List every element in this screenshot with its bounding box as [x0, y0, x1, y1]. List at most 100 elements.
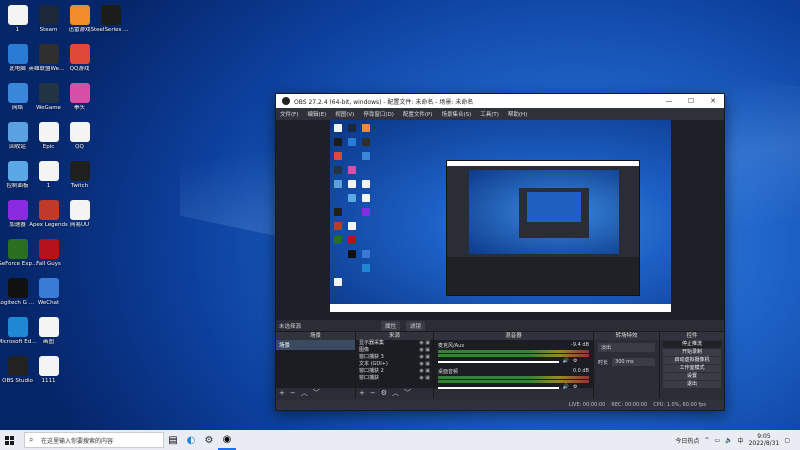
filters-button[interactable]: 滤镜 [406, 320, 426, 331]
obs-taskbar-icon[interactable]: ◉ [218, 430, 236, 450]
menu-scene-collection[interactable]: 场景集合(S) [441, 110, 471, 118]
menu-profile[interactable]: 配置文件(P) [403, 110, 433, 118]
scenes-list[interactable]: 场景 [276, 340, 355, 388]
desktop-icon[interactable]: 1 [33, 158, 64, 197]
maximize-icon[interactable]: ☐ [680, 97, 702, 105]
exit-button[interactable]: 退出 [663, 381, 721, 388]
ime-icon[interactable]: 中 [738, 436, 744, 445]
source-item[interactable]: 窗口捕获 ◉ ▣ [356, 375, 433, 382]
menu-docks[interactable]: 停靠窗口(D) [363, 110, 394, 118]
desktop-icon[interactable]: Apex Legends [29, 197, 68, 236]
volume-slider[interactable] [438, 387, 559, 389]
desktop-icon[interactable]: 此电脑 [2, 41, 33, 80]
edge-icon[interactable]: ◐ [182, 430, 200, 450]
transition-select[interactable]: 淡出 [598, 343, 655, 352]
visibility-icon[interactable]: ◉ ▣ [419, 354, 430, 361]
remove-scene-icon[interactable]: − [290, 389, 296, 397]
speaker-icon[interactable]: 🔊 [563, 384, 569, 390]
desktop-icon[interactable]: QQ [64, 119, 95, 158]
desktop-icon[interactable]: 1 [2, 2, 33, 41]
move-down-icon[interactable]: ﹀ [313, 388, 320, 398]
menu-tools[interactable]: 工具(T) [480, 110, 499, 118]
close-icon[interactable]: ✕ [702, 97, 724, 105]
obs-preview-area[interactable] [276, 120, 724, 320]
taskbar-search[interactable]: 在这里输入你要搜索的内容 [24, 432, 164, 448]
desktop-icon[interactable]: 加速器 [2, 197, 33, 236]
start-button[interactable] [0, 430, 18, 450]
news-widget[interactable]: 今日热点 [675, 436, 699, 445]
desktop-icon[interactable]: 画图 [33, 314, 64, 353]
studio-mode-button[interactable]: 工作室模式 [663, 365, 721, 372]
remove-source-icon[interactable]: − [370, 389, 376, 397]
rec-timer: REC: 00:00:00 [611, 402, 648, 408]
start-recording-button[interactable]: 开始录制 [663, 349, 721, 356]
stop-streaming-button[interactable]: 停止推流 [663, 341, 721, 348]
desktop-icon[interactable]: WeGame [33, 80, 64, 119]
desktop-icon[interactable]: GeForce Experience [0, 236, 38, 275]
gear-icon[interactable]: ⚙ [573, 358, 577, 364]
desktop-icon[interactable]: Logitech G HUB [0, 275, 38, 314]
visibility-icon[interactable]: ◉ ▣ [419, 361, 430, 368]
desktop-icon[interactable]: WeChat [33, 275, 64, 314]
notification-icon[interactable]: ▢ [784, 437, 790, 444]
desktop-icon[interactable]: 网易UU [64, 197, 95, 236]
gear-icon[interactable]: ⚙ [573, 384, 577, 390]
settings-button[interactable]: 设置 [663, 373, 721, 380]
obs-titlebar[interactable]: OBS 27.2.4 (64-bit, windows) - 配置文件: 未命名… [276, 94, 724, 108]
visibility-icon[interactable]: ◉ ▣ [419, 368, 430, 375]
desktop-icon[interactable]: Steam [33, 2, 64, 41]
desktop-icon[interactable]: 网络 [2, 80, 33, 119]
desktop-icon[interactable]: 拳头 [64, 80, 95, 119]
desktop-icon[interactable]: 英雄联盟WeGame版 [29, 41, 69, 80]
move-up-icon[interactable]: ︿ [301, 388, 308, 398]
visibility-icon[interactable]: ◉ ▣ [419, 375, 430, 382]
desktop-icon[interactable]: Twitch [64, 158, 95, 197]
source-item[interactable]: 窗口捕获 2 ◉ ▣ [356, 368, 433, 375]
virtual-camera-button[interactable]: 启动虚拟摄像机 [663, 357, 721, 364]
gear-icon[interactable]: ⚙ [381, 389, 387, 397]
source-item[interactable]: 图像 ◉ ▣ [356, 347, 433, 354]
desktop-icon[interactable]: QQ游戏 [64, 41, 95, 80]
menu-view[interactable]: 视图(V) [335, 110, 354, 118]
desktop-icon[interactable]: SteelSeries GG [91, 2, 131, 41]
desktop-icon[interactable]: Epic [33, 119, 64, 158]
desktop-icon[interactable]: 控制面板 [2, 158, 33, 197]
add-source-icon[interactable]: + [359, 389, 365, 397]
minimize-icon[interactable]: — [658, 97, 680, 105]
task-view-icon[interactable]: ▤ [164, 430, 182, 450]
move-down-icon[interactable]: ﹀ [404, 388, 411, 398]
move-up-icon[interactable]: ︿ [392, 388, 399, 398]
live-timer: LIVE: 00:00:00 [568, 402, 606, 408]
network-icon[interactable]: ▭ [714, 437, 720, 444]
volume-slider[interactable] [438, 361, 559, 363]
duration-input[interactable]: 300 ms [612, 358, 655, 366]
scene-item[interactable]: 场景 [276, 340, 355, 350]
menu-edit[interactable]: 编辑(E) [307, 110, 326, 118]
desktop-icon[interactable]: 回收站 [2, 119, 33, 158]
source-item[interactable]: 显示器采集 ◉ ▣ [356, 340, 433, 347]
desktop-icon [95, 41, 126, 80]
visibility-icon[interactable]: ◉ ▣ [419, 340, 430, 347]
system-tray: 今日热点 ^ ▭ 🔈 中 9:05 2022/8/31 ▢ [675, 433, 800, 447]
menu-help[interactable]: 帮助(H) [508, 110, 527, 118]
desktop-icon[interactable]: Fall Guys [33, 236, 64, 275]
sources-list[interactable]: 显示器采集 ◉ ▣ 图像 ◉ ▣ 窗口捕获 3 ◉ ▣ 文本 (GDI+) ◉ ▣ 窗口… [356, 340, 433, 388]
chevron-up-icon[interactable]: ^ [704, 437, 709, 444]
menu-file[interactable]: 文件(F) [280, 110, 298, 118]
nested-titlebar [447, 161, 639, 166]
properties-button[interactable]: 属性 [381, 320, 401, 331]
source-item[interactable]: 窗口捕获 3 ◉ ▣ [356, 354, 433, 361]
preview-canvas[interactable] [330, 120, 671, 312]
source-item[interactable]: 文本 (GDI+) ◉ ▣ [356, 361, 433, 368]
volume-icon[interactable]: 🔈 [725, 437, 732, 444]
visibility-icon[interactable]: ◉ ▣ [419, 347, 430, 354]
desktop-icon[interactable]: OBS Studio [2, 353, 33, 392]
desktop-icon[interactable]: Microsoft Edge [0, 314, 38, 353]
desktop-icon[interactable]: 1111 [33, 353, 64, 392]
desktop-icon[interactable]: 迅雷游戏 [64, 2, 95, 41]
add-scene-icon[interactable]: + [279, 389, 285, 397]
speaker-icon[interactable]: 🔊 [563, 358, 569, 364]
obs-window[interactable]: OBS 27.2.4 (64-bit, windows) - 配置文件: 未命名… [275, 93, 725, 411]
steam-taskbar-icon[interactable]: ⚙ [200, 430, 218, 450]
clock[interactable]: 9:05 2022/8/31 [749, 433, 780, 447]
